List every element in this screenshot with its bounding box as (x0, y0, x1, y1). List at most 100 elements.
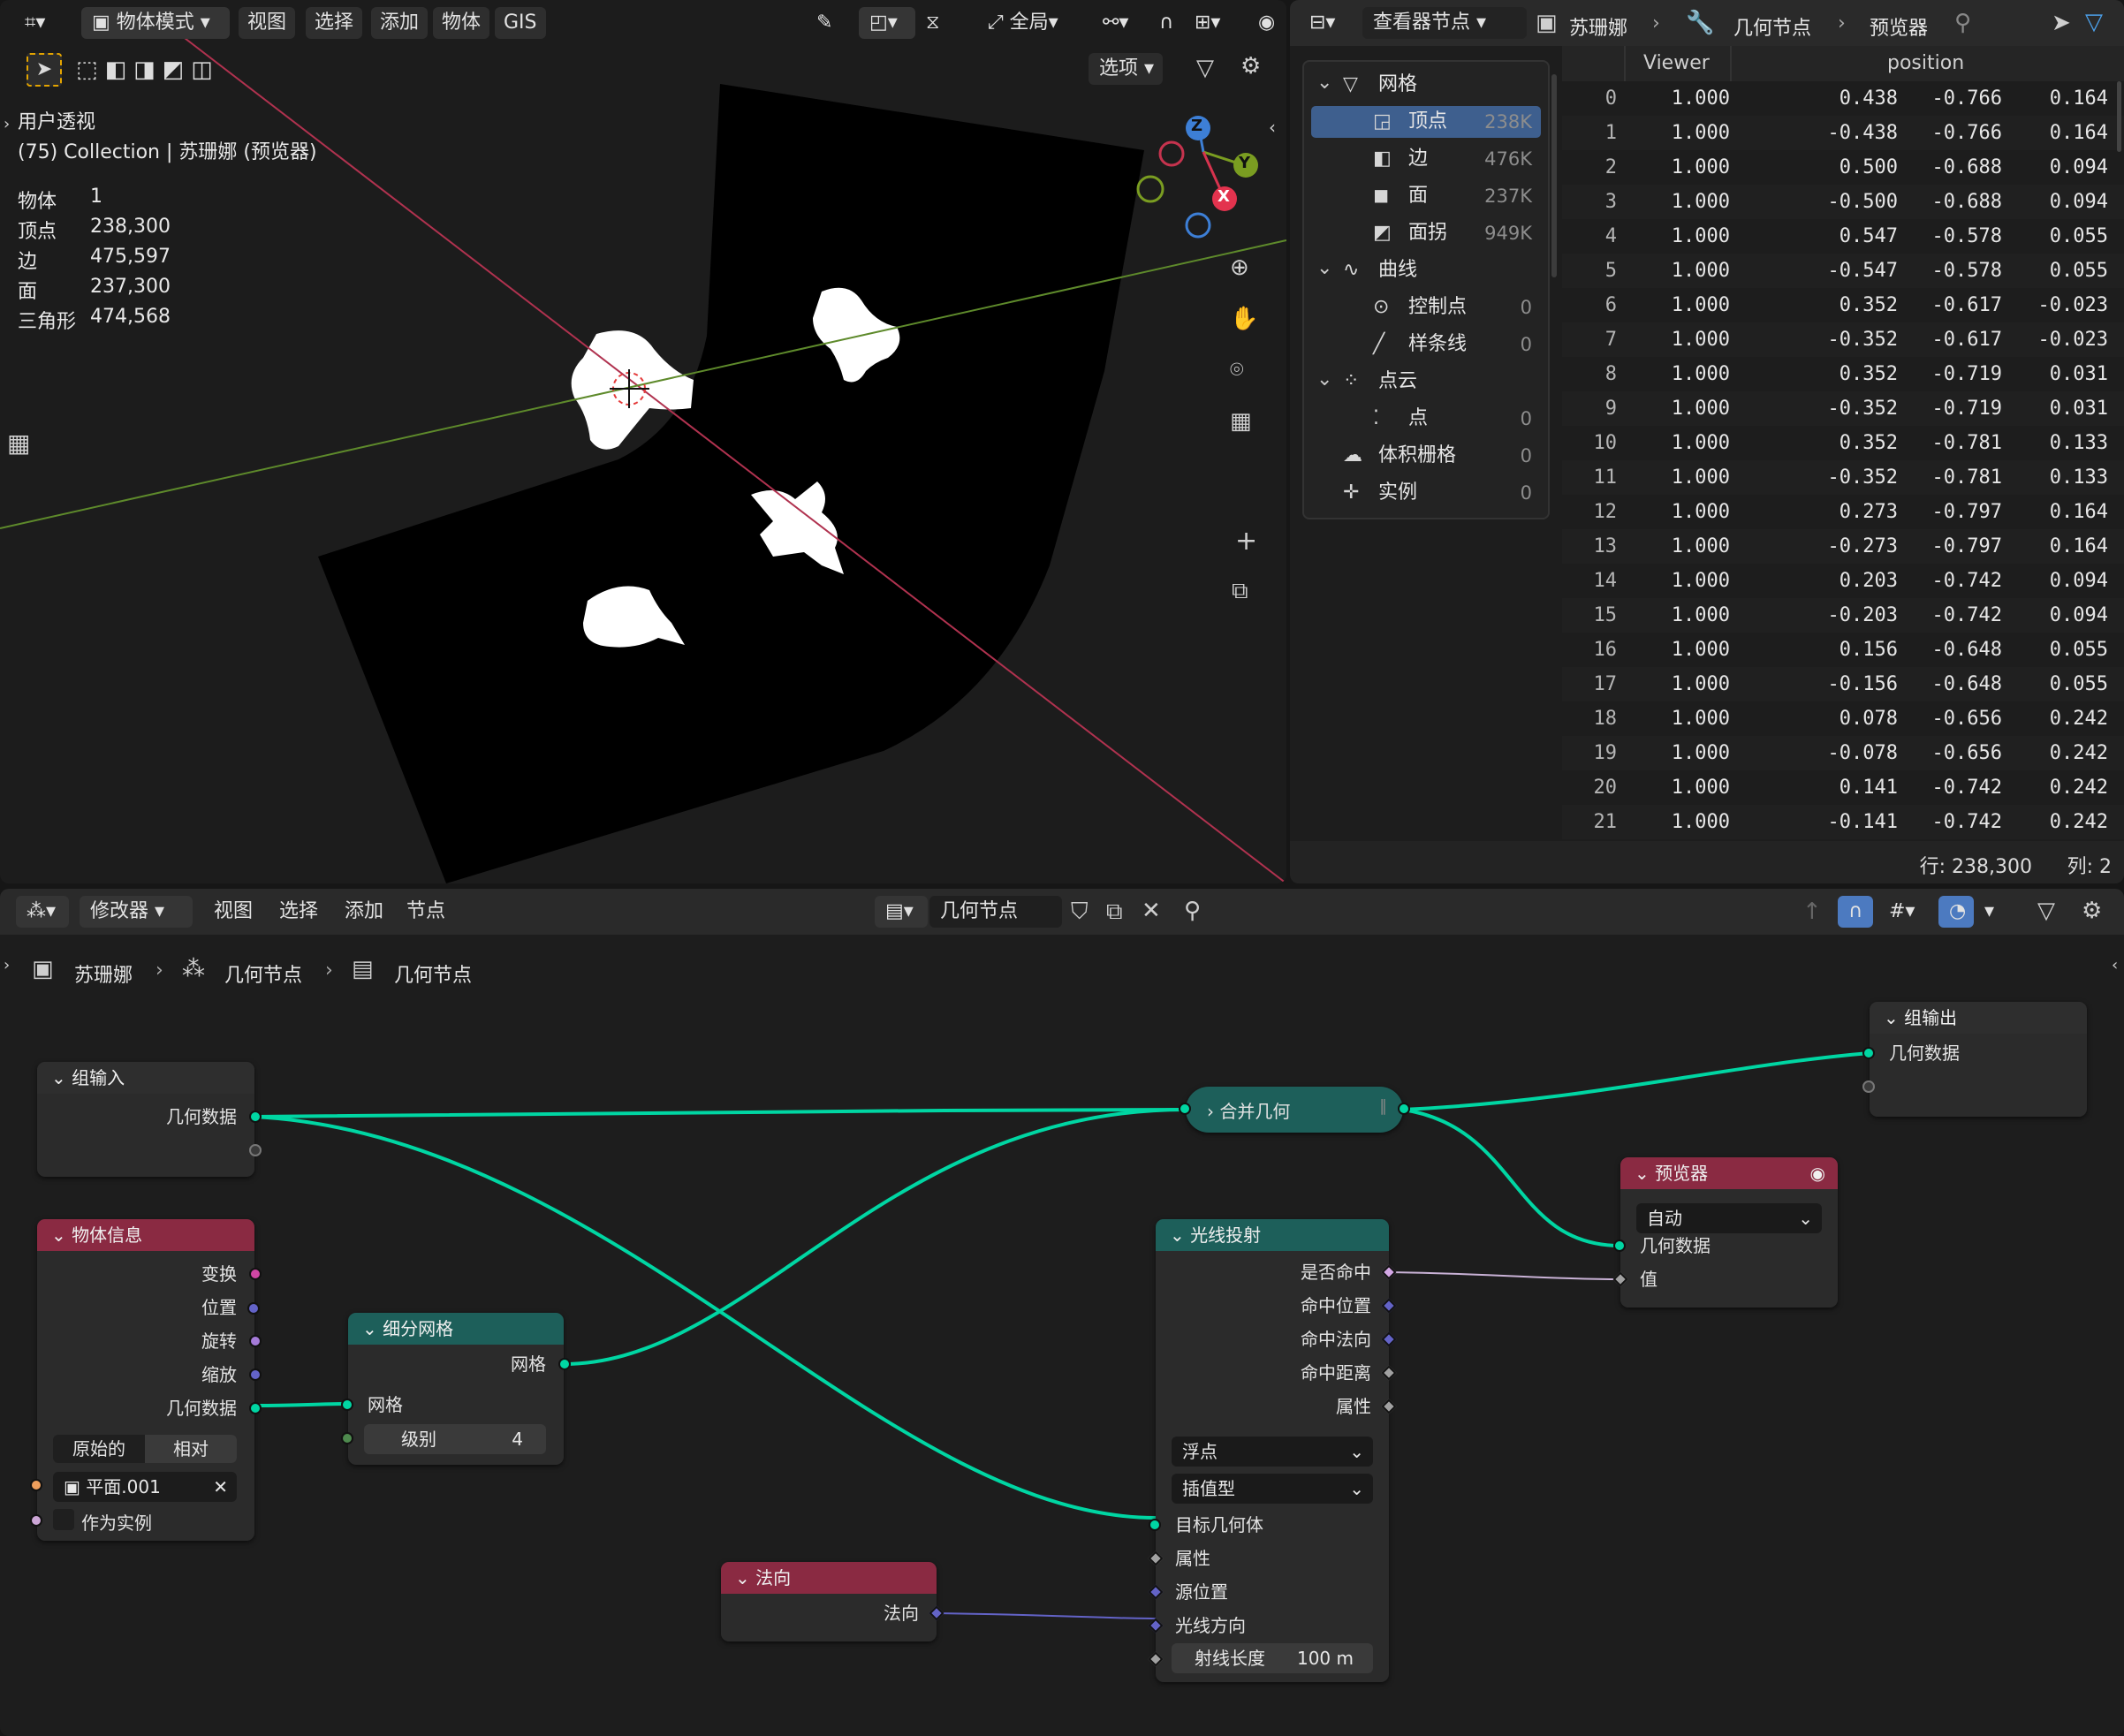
level-field[interactable]: 级别 4 (364, 1424, 546, 1454)
filter-icon[interactable]: ▽ (1196, 57, 1214, 80)
table-row[interactable]: 15 1.000 -0.203 -0.742 0.094 (1562, 598, 2124, 633)
filter-icon[interactable]: ▽ (2037, 899, 2055, 922)
socket-mesh-in[interactable] (341, 1399, 353, 1411)
table-row[interactable]: 0 1.000 0.438 -0.766 0.164 (1562, 81, 2124, 116)
overlay-toggle[interactable]: ◔ (1938, 896, 1974, 928)
table-row[interactable]: 1 1.000 -0.438 -0.766 0.164 (1562, 116, 2124, 150)
chevron-down-icon[interactable]: ⌄ (1316, 364, 1332, 396)
menu-node[interactable]: 节点 (398, 896, 454, 928)
sidebar-toggle-icon[interactable]: ‹ (2112, 958, 2118, 974)
socket-geometry-out[interactable] (249, 1111, 262, 1123)
menu-add[interactable]: 添加 (371, 7, 429, 39)
node-header[interactable]: ⌄ 法向 (721, 1562, 937, 1594)
node-group-output[interactable]: ⌄ 组输出 几何数据 (1862, 1002, 2087, 1117)
toolbar-toggle-icon[interactable]: › (4, 958, 10, 974)
pin-icon[interactable]: ⚲ (1954, 11, 1971, 34)
menu-object[interactable]: 物体 (433, 7, 490, 39)
socket-scale[interactable] (249, 1368, 262, 1381)
original-option[interactable]: 原始的 (53, 1435, 145, 1463)
table-row[interactable]: 20 1.000 0.141 -0.742 0.242 (1562, 770, 2124, 805)
image-icon[interactable]: ⧉ (1232, 580, 1248, 603)
table-row[interactable]: 11 1.000 -0.352 -0.781 0.133 (1562, 460, 2124, 495)
fake-user-icon[interactable]: ⛉ (1071, 900, 1089, 923)
chevron-down-icon[interactable]: ⌄ (1316, 253, 1332, 284)
mapping-dropdown[interactable]: 插值型 ⌄ (1172, 1474, 1373, 1504)
options-dropdown[interactable]: 选项 ▾ (1089, 53, 1163, 85)
node-header[interactable]: ⌄ 光线投射 (1156, 1219, 1389, 1251)
table-row[interactable]: 6 1.000 0.352 -0.617 -0.023 (1562, 288, 2124, 322)
sidebar-toggle-icon[interactable]: ‹ (1269, 118, 1276, 136)
node-header[interactable]: ⌄ 物体信息 (37, 1219, 254, 1251)
tree-item[interactable]: ◩ 面拐 949K (1311, 217, 1541, 249)
editor-type-button[interactable]: ⊟▾ (1299, 7, 1355, 39)
clear-icon[interactable]: ✕ (213, 1472, 228, 1502)
socket-level[interactable] (341, 1432, 353, 1444)
tree-item[interactable]: ╱ 样条线 0 (1311, 329, 1541, 360)
close-icon[interactable]: ✕ (1142, 899, 1161, 922)
node-header[interactable]: ⌄ 组输出 (1870, 1002, 2087, 1034)
node-subdivide-mesh[interactable]: ⌄ 细分网格 网格 网格 级别 4 (341, 1313, 571, 1465)
socket-ray-length[interactable] (1148, 1651, 1164, 1667)
node-object-info[interactable]: ⌄ 物体信息 变换 位置 旋转 缩放 几何数据 原始的 相对 ▣ 平面.001 ✕… (30, 1219, 262, 1541)
node-header[interactable]: ⌄ 预览器 ◉ (1620, 1157, 1838, 1189)
eye-icon[interactable]: ◉ (1810, 1157, 1825, 1189)
table-scrollbar[interactable] (2117, 81, 2121, 152)
viewport-3d[interactable]: Z Y X ⌗▾ ▣ 物体模式 ▾ 视图 选择 添加 物体 GIS ✎ ◰▾ ⧖… (0, 0, 1286, 883)
table-row[interactable]: 16 1.000 0.156 -0.648 0.055 (1562, 633, 2124, 667)
filter-icon[interactable]: ▽ (2085, 11, 2103, 34)
tree-item[interactable]: ⌄ ⁘ 点云 (1311, 366, 1541, 398)
data-type-dropdown[interactable]: 浮点 ⌄ (1172, 1437, 1373, 1467)
pin-icon[interactable]: ⚲ (1184, 899, 1201, 922)
chevron-down-icon[interactable]: ⌄ (1316, 67, 1332, 99)
socket-geometry-out[interactable] (1398, 1103, 1410, 1115)
node-normal[interactable]: ⌄ 法向 法向 (721, 1562, 944, 1641)
socket-geometry-in[interactable] (1862, 1047, 1875, 1059)
tree-item[interactable]: ☁ 体积栅格 0 (1311, 440, 1541, 472)
context-dropdown[interactable]: 修改器 ▾ (80, 896, 193, 928)
select-mode-group[interactable]: ⬚◧◨◩◫ (76, 53, 235, 87)
zoom-icon[interactable]: ⊕ (1230, 256, 1249, 279)
checker-icon[interactable]: ▦ (7, 431, 30, 456)
gear-icon[interactable]: ⚙ (2082, 899, 2102, 922)
snap-toggle[interactable]: ∩ (1838, 896, 1873, 928)
tree-item[interactable]: ⊙ 控制点 0 (1311, 292, 1541, 323)
gear-icon[interactable]: ⚙ (1240, 55, 1261, 78)
editor-type-button[interactable]: ⁂▾ (16, 896, 69, 928)
node-raycast[interactable]: ⌄ 光线投射 是否命中 命中位置 命中法向 命中距离 属性 浮点 ⌄ 插值型 ⌄ 目… (1148, 1219, 1397, 1682)
tree-item[interactable]: ⌄ ∿ 曲线 (1311, 254, 1541, 286)
transform-space-toggle[interactable]: 原始的 相对 (53, 1435, 237, 1463)
node-tree-name[interactable]: 几何节点 (929, 896, 1062, 928)
as-instance-checkbox[interactable] (53, 1509, 74, 1530)
socket-transform[interactable] (249, 1268, 262, 1280)
tree-item[interactable]: ◼ 面 237K (1311, 180, 1541, 212)
tree-item[interactable]: ◧ 边 476K (1311, 143, 1541, 175)
tree-item[interactable]: ⁚ 点 0 (1311, 403, 1541, 435)
table-row[interactable]: 17 1.000 -0.156 -0.648 0.055 (1562, 667, 2124, 701)
mirror-button[interactable]: ⧖ (915, 7, 951, 39)
spreadsheet-editor[interactable]: ⊟▾ 查看器节点 ▾ ▣ 苏珊娜 › 🔧 几何节点 › 预览器 ⚲ ➤ ▽ ⌄ ▽… (1290, 0, 2124, 883)
shading-dropdown[interactable]: ◰▾ (859, 7, 915, 39)
snap-target-dropdown[interactable]: ⊞▾ (1184, 7, 1240, 39)
column-header-viewer[interactable]: Viewer (1643, 52, 1710, 74)
camera-icon[interactable]: ⌾ (1230, 359, 1244, 382)
node-header[interactable]: ⌄ 组输入 (37, 1062, 254, 1094)
node-tree-browse[interactable]: ▤▾ (875, 896, 928, 928)
object-eval-dropdown[interactable]: 查看器节点 ▾ (1362, 7, 1527, 39)
socket-empty[interactable] (249, 1144, 262, 1156)
menu-select[interactable]: 选择 (270, 896, 327, 928)
menu-gis[interactable]: GIS (495, 7, 546, 39)
menu-add[interactable]: 添加 (336, 896, 392, 928)
pivot-dropdown[interactable]: ⚯▾ (1092, 7, 1145, 39)
editor-type-button[interactable]: ⌗▾ (14, 7, 71, 39)
socket-mesh-out[interactable] (558, 1358, 571, 1370)
table-row[interactable]: 9 1.000 -0.352 -0.719 0.031 (1562, 391, 2124, 426)
relative-option[interactable]: 相对 (145, 1435, 237, 1463)
socket-rotation[interactable] (249, 1335, 262, 1347)
table-row[interactable]: 21 1.000 -0.141 -0.742 0.242 (1562, 805, 2124, 839)
table-row[interactable]: 10 1.000 0.352 -0.781 0.133 (1562, 426, 2124, 460)
toolbar-toggle-icon[interactable]: › (4, 117, 10, 133)
selected-only-icon[interactable]: ➤ (2052, 11, 2071, 34)
select-tool-button[interactable]: ➤ (27, 53, 62, 87)
table-row[interactable]: 13 1.000 -0.273 -0.797 0.164 (1562, 529, 2124, 564)
table-row[interactable]: 8 1.000 0.352 -0.719 0.031 (1562, 357, 2124, 391)
